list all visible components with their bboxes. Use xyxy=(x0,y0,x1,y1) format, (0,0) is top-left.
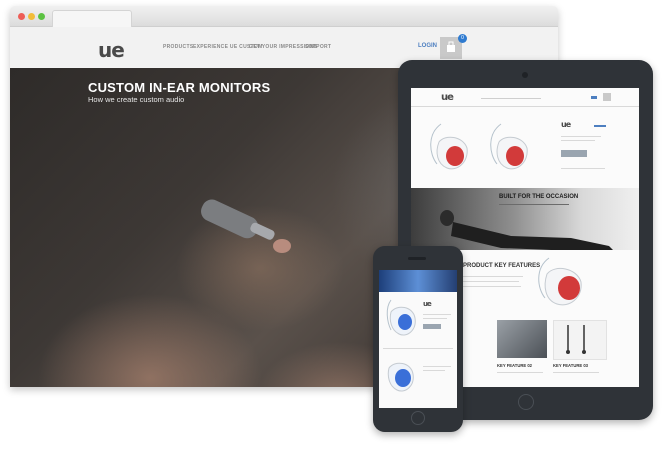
phone-header-image xyxy=(379,270,457,292)
tablet-login[interactable] xyxy=(591,96,597,99)
tablet-feature-text-2 xyxy=(463,281,519,282)
tablet-ue-logo[interactable]: ue xyxy=(441,92,454,103)
tablet-feature-02-text xyxy=(497,372,543,373)
tablet-feature-text-3 xyxy=(463,286,521,287)
tablet-banner-text xyxy=(499,204,569,205)
tablet-feature-03-text xyxy=(553,372,599,373)
tablet-feature-image-3 xyxy=(553,320,607,360)
login-link[interactable]: LOGIN xyxy=(418,43,437,49)
tablet-product-text-2 xyxy=(561,140,595,141)
nav-support[interactable]: SUPPORT xyxy=(305,44,331,50)
hero-subtitle: How we create custom audio xyxy=(88,95,185,104)
tablet-home-button[interactable] xyxy=(518,394,534,410)
phone-home-button[interactable] xyxy=(411,411,425,425)
tablet-product-text xyxy=(561,136,601,137)
maximize-dot-icon[interactable] xyxy=(38,13,45,20)
browser-titlebar xyxy=(10,6,558,27)
tablet-cart-icon[interactable] xyxy=(603,93,611,101)
phone-divider xyxy=(383,348,453,349)
phone-text-4 xyxy=(423,370,445,371)
tablet-nav-links[interactable] xyxy=(481,98,541,99)
hero-title: CUSTOM IN-EAR MONITORS xyxy=(88,80,271,95)
drill-tool-icon xyxy=(201,199,291,253)
blue-earphone-icon-2 xyxy=(387,362,414,392)
phone-text-2 xyxy=(423,318,447,319)
close-dot-icon[interactable] xyxy=(18,13,25,20)
phone-text-3 xyxy=(423,366,451,367)
tablet-feature-image-2 xyxy=(497,320,547,358)
minimize-dot-icon[interactable] xyxy=(28,13,35,20)
browser-tab[interactable] xyxy=(52,10,132,27)
tablet-banner-title: BUILT FOR THE OCCASION xyxy=(499,194,579,200)
red-earphone-icon xyxy=(538,257,582,306)
tablet-product-text-3 xyxy=(561,168,605,169)
blue-earphone-icon xyxy=(386,299,416,336)
red-earphones-icon xyxy=(430,123,528,170)
tablet-header-divider xyxy=(411,106,639,107)
nav-products[interactable]: PRODUCTS xyxy=(163,44,193,50)
phone-cta-button[interactable] xyxy=(423,324,441,329)
reclining-man-figure xyxy=(440,210,613,250)
phone-speaker xyxy=(408,257,426,260)
tablet-product-logo: ue xyxy=(561,120,571,129)
tablet-feature-02-label: KEY FEATURE 02 xyxy=(497,363,532,368)
cart-count-badge: 0 xyxy=(458,34,467,43)
tablet-feature-03-label: KEY FEATURE 03 xyxy=(553,363,588,368)
phone-product-logo: ue xyxy=(423,300,432,308)
earphone-cable-icon xyxy=(566,325,586,354)
tablet-product-link[interactable] xyxy=(594,125,606,127)
phone-screen: ue xyxy=(379,270,457,408)
tablet-camera xyxy=(522,72,528,78)
ue-logo[interactable]: ue xyxy=(98,38,125,62)
tablet-cta-button[interactable] xyxy=(561,150,587,157)
tablet-feature-text xyxy=(463,276,523,277)
phone-text xyxy=(423,314,451,315)
